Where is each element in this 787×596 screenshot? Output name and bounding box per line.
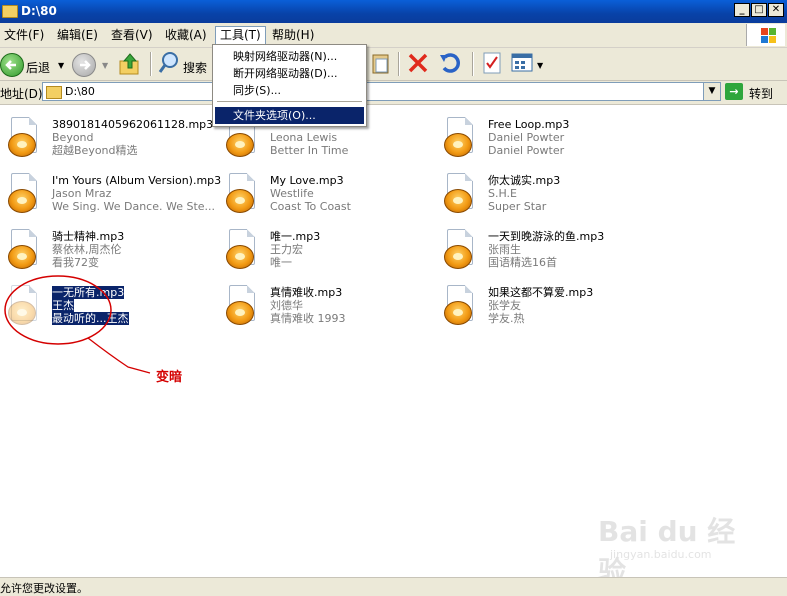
status-bar: 允许您更改设置。 <box>0 577 787 595</box>
paste-button[interactable] <box>370 51 392 77</box>
back-arrow-icon <box>0 53 24 77</box>
undo-button[interactable] <box>438 51 464 77</box>
address-label: 地址(D) <box>0 87 43 101</box>
search-icon <box>158 52 178 73</box>
go-arrow-icon: → <box>725 83 743 100</box>
clipboard-icon <box>372 54 389 74</box>
tools-menu: 映射网络驱动器(N)... 断开网络驱动器(D)... 同步(S)... 文件夹… <box>212 44 367 127</box>
menu-view[interactable]: 查看(V) <box>107 27 157 44</box>
windows-logo-icon <box>746 24 785 46</box>
menu-synchronize[interactable]: 同步(S)... <box>215 82 364 99</box>
menu-edit[interactable]: 编辑(E) <box>53 27 102 44</box>
watermark: Bai du 经验 jingyan.baidu.com <box>598 510 748 577</box>
watermark-brand: Bai du 经验 <box>598 515 736 577</box>
address-dropdown-icon[interactable]: ▼ <box>703 83 720 100</box>
menu-help[interactable]: 帮助(H) <box>268 27 318 44</box>
watermark-url: jingyan.baidu.com <box>610 548 712 561</box>
forward-dropdown-icon[interactable]: ▼ <box>102 61 108 70</box>
properties-button[interactable] <box>481 51 503 77</box>
annotation-label: 变暗 <box>156 370 183 385</box>
close-button[interactable]: ✕ <box>768 3 784 17</box>
up-folder-button[interactable] <box>118 51 142 77</box>
annotation-circle <box>4 275 151 374</box>
search-button[interactable]: 搜索 <box>158 51 213 77</box>
folder-icon <box>46 86 62 99</box>
properties-icon <box>483 52 501 74</box>
back-dropdown-icon[interactable]: ▼ <box>58 61 64 70</box>
toolbar: 后退 ▼ ▼ 搜索 ▼ <box>0 48 787 81</box>
minimize-button[interactable]: _ <box>734 3 750 17</box>
up-folder-icon <box>119 53 139 75</box>
title-bar: D:\80 _ □ ✕ <box>0 0 787 23</box>
menu-file[interactable]: 文件(F) <box>0 27 48 44</box>
back-label: 后退 <box>26 61 51 75</box>
folder-icon <box>2 5 18 18</box>
menu-bar: 文件(F) 编辑(E) 查看(V) 收藏(A) 工具(T) 帮助(H) <box>0 23 787 48</box>
back-button[interactable]: 后退 ▼ <box>0 51 70 77</box>
maximize-button[interactable]: □ <box>751 3 767 17</box>
menu-tools[interactable]: 工具(T) <box>215 26 266 45</box>
menu-disconnect-network-drive[interactable]: 断开网络驱动器(D)... <box>215 65 364 82</box>
search-label: 搜索 <box>183 61 208 75</box>
address-bar: 地址(D) D:\80 ▼ → 转到 <box>0 81 787 105</box>
menu-map-network-drive[interactable]: 映射网络驱动器(N)... <box>215 48 364 65</box>
address-value: D:\80 <box>65 85 95 98</box>
window-title: D:\80 <box>21 4 57 18</box>
delete-button[interactable] <box>406 51 432 77</box>
address-input[interactable]: D:\80 ▼ <box>42 82 721 101</box>
views-button[interactable]: ▼ <box>510 51 546 77</box>
go-button[interactable]: → 转到 <box>725 82 781 102</box>
menu-favorites[interactable]: 收藏(A) <box>161 27 211 44</box>
menu-separator <box>217 101 362 102</box>
file-list: 3890181405962061128.mp3 Beyond 超越Beyond精… <box>0 105 787 577</box>
views-dropdown-icon[interactable]: ▼ <box>537 61 543 70</box>
forward-arrow-icon <box>72 53 96 77</box>
undo-icon <box>440 53 460 73</box>
menu-folder-options[interactable]: 文件夹选项(O)... <box>215 107 364 124</box>
views-icon <box>511 53 533 72</box>
forward-button[interactable]: ▼ <box>72 51 112 77</box>
go-label: 转到 <box>749 87 774 101</box>
delete-x-icon <box>408 53 428 73</box>
